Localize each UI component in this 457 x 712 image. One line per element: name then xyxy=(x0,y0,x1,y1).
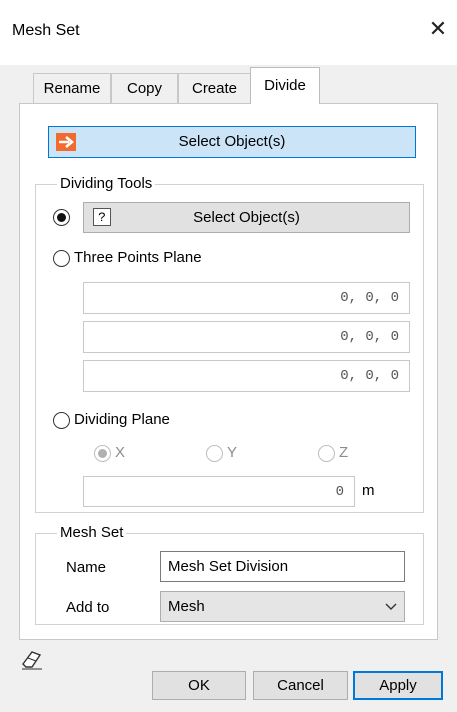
name-label: Name xyxy=(66,559,107,576)
tab-copy[interactable]: Copy xyxy=(111,73,178,103)
point-2-field[interactable]: 0, 0, 0 xyxy=(83,321,410,353)
add-to-select[interactable]: Mesh xyxy=(160,591,405,622)
axis-x-label: X xyxy=(115,444,126,461)
eraser-icon[interactable] xyxy=(20,647,44,671)
radio-dot xyxy=(57,213,66,222)
apply-button[interactable]: Apply xyxy=(353,671,443,700)
name-input[interactable]: Mesh Set Division xyxy=(160,551,405,582)
select-objects-label: Select Object(s) xyxy=(178,133,286,150)
dividing-tools-legend: Dividing Tools xyxy=(57,175,156,192)
offset-value-field[interactable]: 0 xyxy=(83,476,355,507)
tab-rename[interactable]: Rename xyxy=(33,73,111,103)
point-1-field[interactable]: 0, 0, 0 xyxy=(83,282,410,314)
add-to-label: Add to xyxy=(66,599,110,616)
axis-x-radio[interactable] xyxy=(94,445,111,462)
chevron-down-icon xyxy=(385,603,397,610)
add-to-value: Mesh xyxy=(168,598,205,615)
dividing-plane-label: Dividing Plane xyxy=(74,411,170,428)
three-points-plane-radio[interactable] xyxy=(53,250,70,267)
select-objects-radio[interactable] xyxy=(53,209,70,226)
point-3-field[interactable]: 0, 0, 0 xyxy=(83,360,410,392)
tab-divide[interactable]: Divide xyxy=(250,67,320,104)
offset-unit-label: m xyxy=(362,482,375,499)
select-objects-button[interactable]: Select Object(s) xyxy=(48,126,416,158)
dividing-select-objects-button[interactable]: Select Object(s) ? xyxy=(83,202,410,233)
three-points-plane-label: Three Points Plane xyxy=(74,249,202,266)
axis-z-radio[interactable] xyxy=(318,445,335,462)
arrow-select-icon xyxy=(56,133,76,151)
window-title: Mesh Set xyxy=(12,22,80,39)
axis-z-label: Z xyxy=(339,444,349,461)
dividing-plane-radio[interactable] xyxy=(53,412,70,429)
dividing-select-objects-label: Select Object(s) xyxy=(193,209,300,226)
axis-y-radio[interactable] xyxy=(206,445,223,462)
ok-button[interactable]: OK xyxy=(152,671,246,700)
question-icon: ? xyxy=(93,208,111,226)
mesh-set-legend: Mesh Set xyxy=(57,524,127,541)
close-icon[interactable]: ✕ xyxy=(427,18,449,40)
tab-create[interactable]: Create xyxy=(178,73,251,103)
radio-dot xyxy=(98,449,107,458)
cancel-button[interactable]: Cancel xyxy=(253,671,348,700)
axis-y-label: Y xyxy=(227,444,238,461)
